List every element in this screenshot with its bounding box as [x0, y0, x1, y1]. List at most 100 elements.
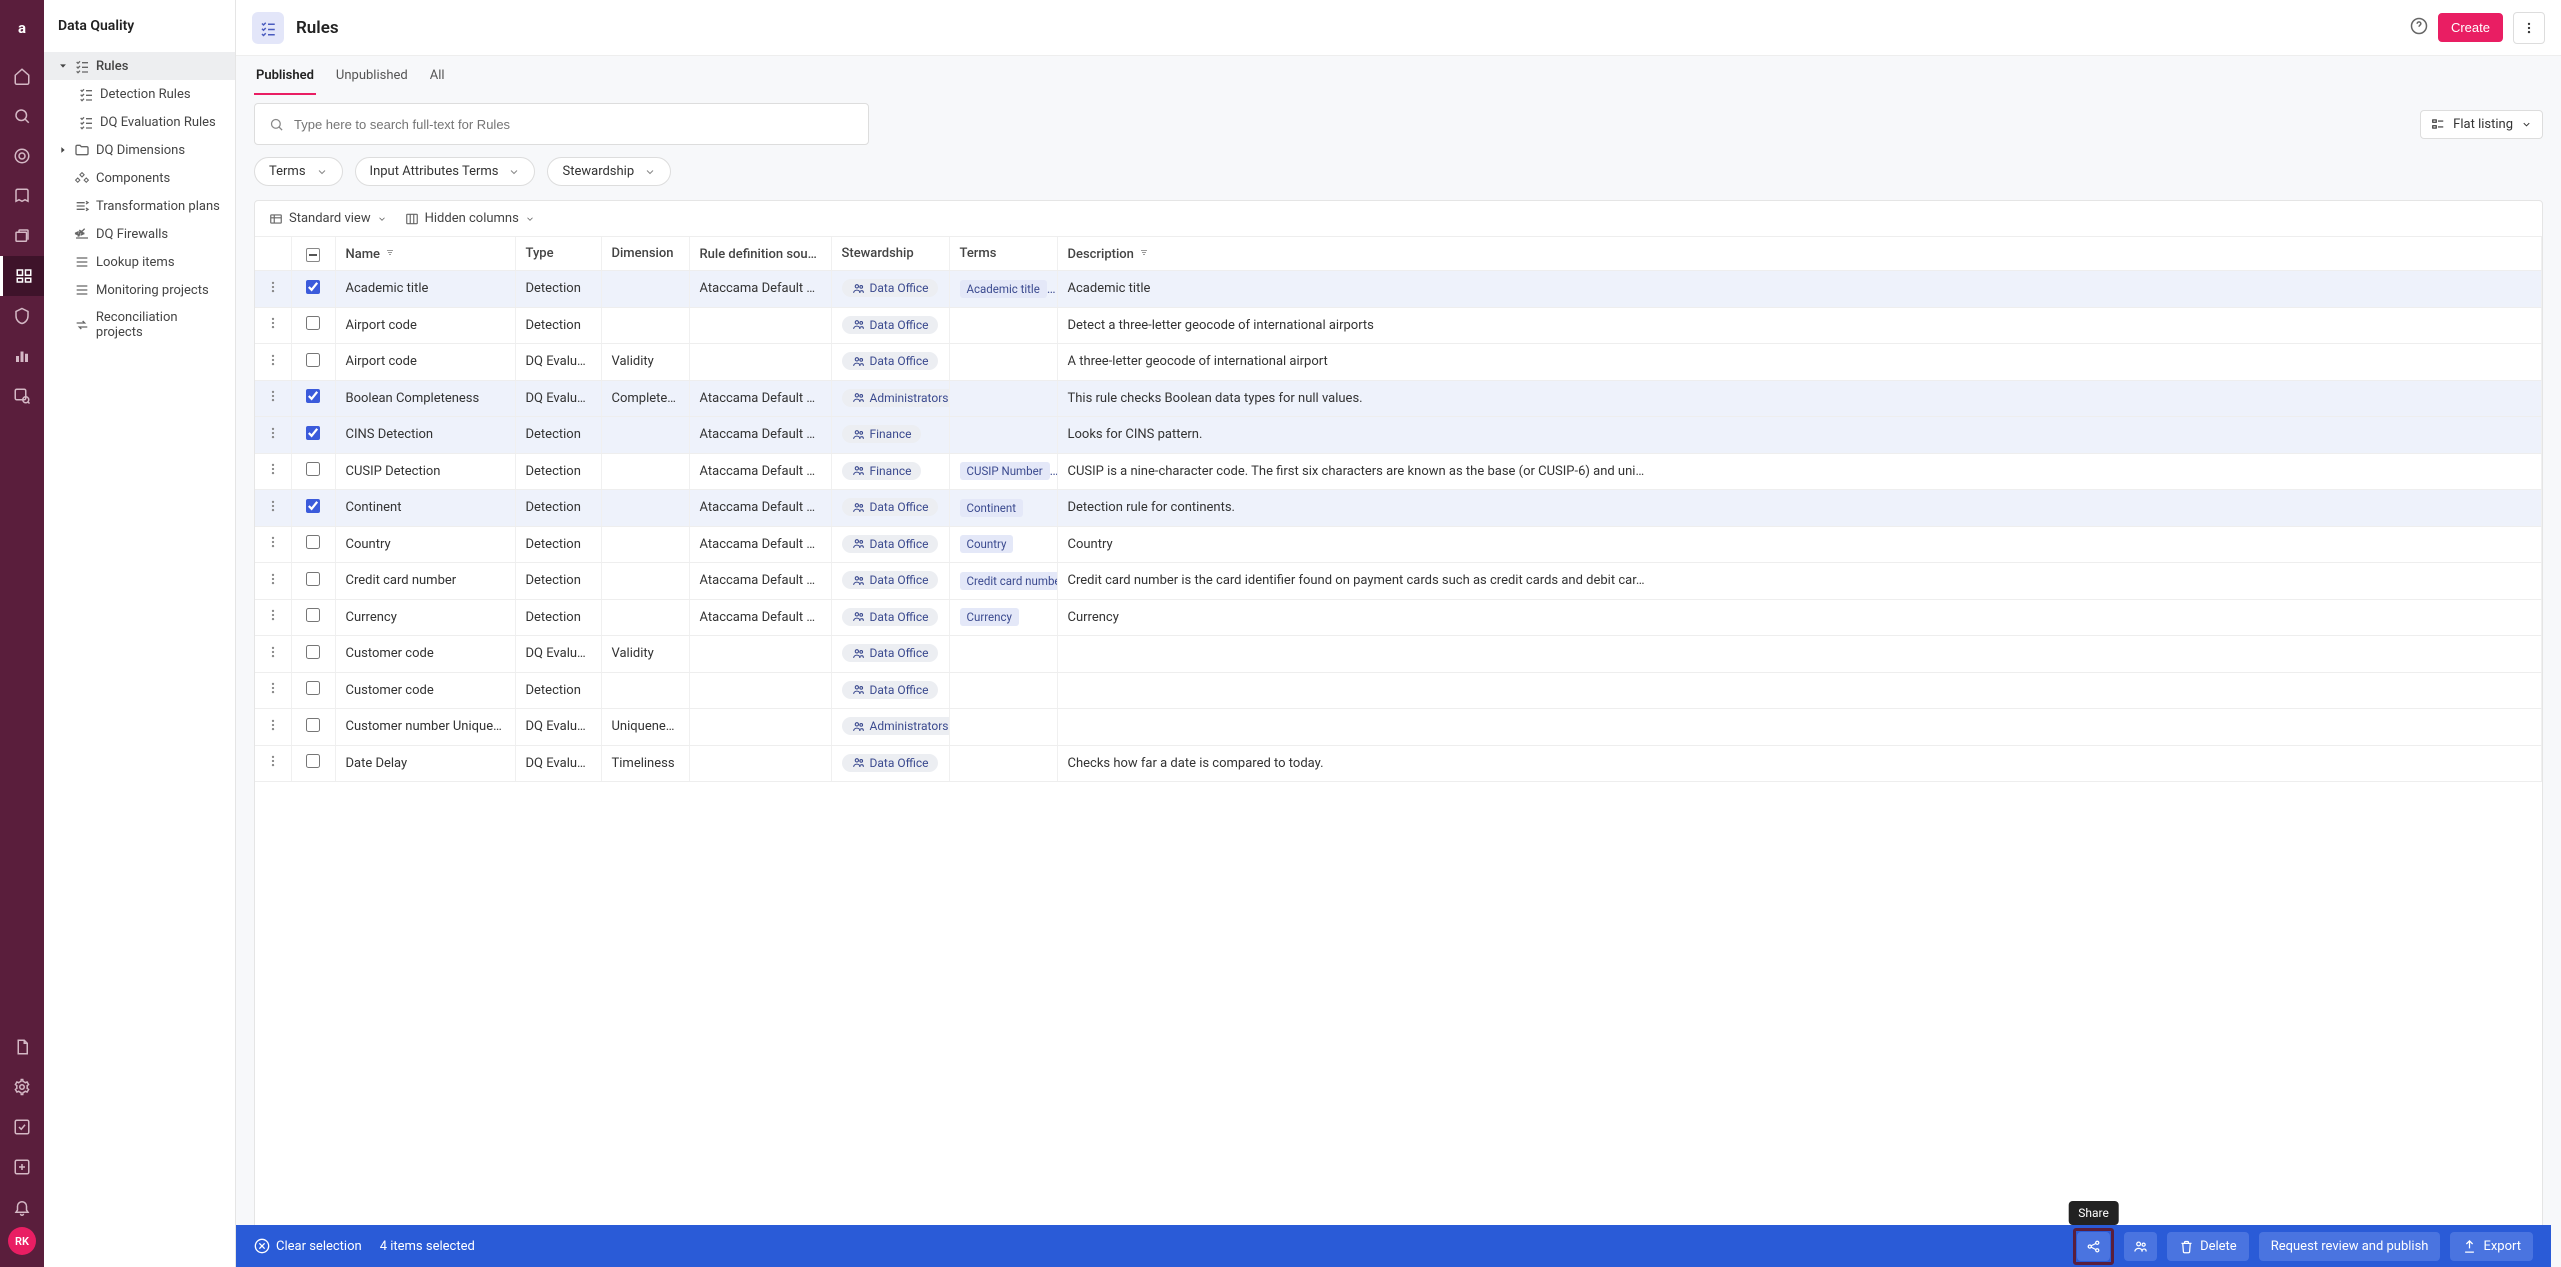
row-menu-button[interactable] [255, 271, 291, 308]
col-type[interactable]: Type [515, 237, 601, 271]
rail-document-icon[interactable] [0, 1027, 44, 1067]
row-checkbox[interactable] [306, 462, 320, 476]
table-row[interactable]: CurrencyDetectionAtaccama Default RulesD… [255, 599, 2542, 636]
cell-dimension: Validity [601, 344, 689, 381]
rail-target-icon[interactable] [0, 136, 44, 176]
row-checkbox[interactable] [306, 499, 320, 513]
rail-home-icon[interactable] [0, 56, 44, 96]
more-button[interactable] [2513, 12, 2545, 44]
sidebar-item[interactable]: DQ Evaluation Rules [44, 108, 235, 136]
row-menu-button[interactable] [255, 563, 291, 600]
row-menu-button[interactable] [255, 307, 291, 344]
table-row[interactable]: ContinentDetectionAtaccama Default Rules… [255, 490, 2542, 527]
table-row[interactable]: Boolean CompletenessDQ EvaluationComplet… [255, 380, 2542, 417]
table-row[interactable]: Credit card numberDetectionAtaccama Defa… [255, 563, 2542, 600]
table-row[interactable]: Customer number UniquenessDQ EvaluationU… [255, 709, 2542, 746]
rail-bell-icon[interactable] [0, 1187, 44, 1227]
filter-pill[interactable]: Input Attributes Terms [355, 157, 536, 186]
tab[interactable]: All [428, 56, 447, 95]
col-terms[interactable]: Terms [949, 237, 1057, 271]
filter-pill[interactable]: Terms [254, 157, 343, 186]
row-menu-button[interactable] [255, 526, 291, 563]
hidden-columns[interactable]: Hidden columns [405, 211, 535, 226]
row-checkbox[interactable] [306, 389, 320, 403]
sidebar-item[interactable]: Lookup items [44, 248, 235, 276]
search-input[interactable] [294, 117, 854, 132]
col-name[interactable]: Name [335, 237, 515, 271]
rail-settings-icon[interactable] [0, 1067, 44, 1107]
row-menu-button[interactable] [255, 672, 291, 709]
search-box[interactable] [254, 103, 869, 145]
row-checkbox[interactable] [306, 608, 320, 622]
cell-type: Detection [515, 563, 601, 600]
row-menu-button[interactable] [255, 745, 291, 782]
clear-selection-button[interactable]: Clear selection [254, 1238, 362, 1254]
rail-inspect-icon[interactable] [0, 376, 44, 416]
sidebar-item[interactable]: Monitoring projects [44, 276, 235, 304]
row-checkbox[interactable] [306, 280, 320, 294]
table-row[interactable]: Airport codeDetectionData OfficeDetect a… [255, 307, 2542, 344]
user-avatar[interactable]: RK [8, 1227, 36, 1255]
row-menu-button[interactable] [255, 417, 291, 454]
table-row[interactable]: Academic titleDetectionAtaccama Default … [255, 271, 2542, 308]
sidebar-item[interactable]: DQ Dimensions [44, 136, 235, 164]
row-checkbox[interactable] [306, 645, 320, 659]
create-button[interactable]: Create [2438, 13, 2503, 42]
share-button[interactable] [2077, 1232, 2110, 1261]
filter-pill[interactable]: Stewardship [547, 157, 671, 186]
col-description[interactable]: Description [1057, 237, 2542, 271]
row-menu-button[interactable] [255, 490, 291, 527]
table-row[interactable]: Customer codeDetectionData Office [255, 672, 2542, 709]
row-checkbox[interactable] [306, 754, 320, 768]
row-checkbox[interactable] [306, 572, 320, 586]
export-button[interactable]: Export [2450, 1232, 2533, 1261]
rail-book-icon[interactable] [0, 176, 44, 216]
sidebar-item[interactable]: Detection Rules [44, 80, 235, 108]
cell-dimension [601, 307, 689, 344]
help-icon[interactable] [2410, 17, 2428, 39]
sidebar-item[interactable]: Reconciliation projects [44, 304, 235, 346]
grid-icon [269, 212, 283, 226]
rail-folders-icon[interactable] [0, 216, 44, 256]
view-switcher[interactable]: Standard view [269, 211, 387, 226]
table-row[interactable]: CINS DetectionDetectionAtaccama Default … [255, 417, 2542, 454]
assign-users-button[interactable] [2124, 1232, 2157, 1261]
table-row[interactable]: Airport codeDQ EvaluationValidityData Of… [255, 344, 2542, 381]
rail-shield-icon[interactable] [0, 296, 44, 336]
rail-chart-icon[interactable] [0, 336, 44, 376]
table-row[interactable]: CountryDetectionAtaccama Default RulesDa… [255, 526, 2542, 563]
view-mode-select[interactable]: Flat listing [2420, 110, 2543, 139]
row-checkbox[interactable] [306, 535, 320, 549]
row-menu-button[interactable] [255, 453, 291, 490]
sidebar-item[interactable]: </>DQ Firewalls [44, 220, 235, 248]
sidebar-item[interactable]: Rules [44, 52, 235, 80]
table-row[interactable]: Customer codeDQ EvaluationValidityData O… [255, 636, 2542, 673]
col-dimension[interactable]: Dimension [601, 237, 689, 271]
rail-search-icon[interactable] [0, 96, 44, 136]
row-menu-button[interactable] [255, 636, 291, 673]
row-menu-button[interactable] [255, 709, 291, 746]
row-checkbox[interactable] [306, 353, 320, 367]
table-row[interactable]: CUSIP DetectionDetectionAtaccama Default… [255, 453, 2542, 490]
row-checkbox[interactable] [306, 718, 320, 732]
row-checkbox[interactable] [306, 426, 320, 440]
sidebar-item[interactable]: Components [44, 164, 235, 192]
row-checkbox[interactable] [306, 681, 320, 695]
row-menu-button[interactable] [255, 599, 291, 636]
delete-button[interactable]: Delete [2167, 1232, 2249, 1261]
row-checkbox[interactable] [306, 316, 320, 330]
sidebar-item[interactable]: Transformation plans [44, 192, 235, 220]
rail-check-icon[interactable] [0, 1107, 44, 1147]
tab[interactable]: Published [254, 56, 316, 95]
rail-plus-icon[interactable] [0, 1147, 44, 1187]
rail-data-quality-icon[interactable] [0, 256, 44, 296]
row-menu-button[interactable] [255, 380, 291, 417]
request-review-button[interactable]: Request review and publish [2259, 1232, 2441, 1261]
cell-description: Credit card number is the card identifie… [1057, 563, 2542, 600]
col-stewardship[interactable]: Stewardship [831, 237, 949, 271]
tab[interactable]: Unpublished [334, 56, 410, 95]
col-source[interactable]: Rule definition source [689, 237, 831, 271]
select-all-checkbox[interactable] [291, 237, 335, 271]
row-menu-button[interactable] [255, 344, 291, 381]
table-row[interactable]: Date DelayDQ EvaluationTimelinessData Of… [255, 745, 2542, 782]
